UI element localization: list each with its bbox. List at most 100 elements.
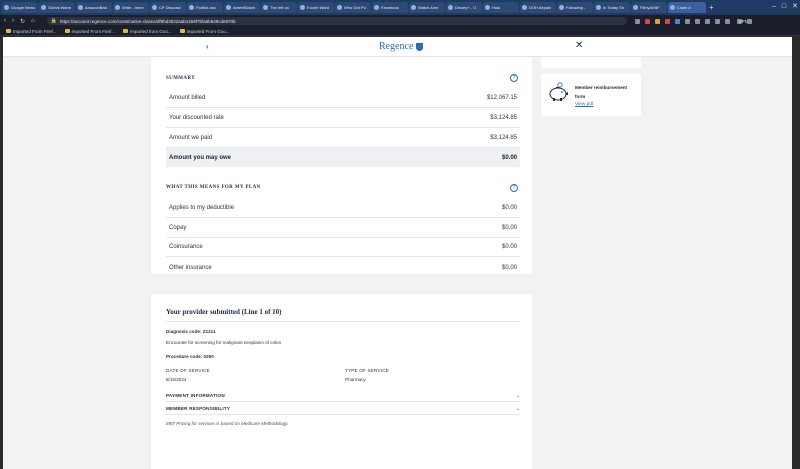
- browser-tab[interactable]: Write - hmm: [113, 2, 149, 13]
- provider-title: Your provider submitted (Line 1 of 10): [166, 308, 282, 316]
- address-bar[interactable]: 🔒 https://account.regence.com/costs/nati…: [46, 17, 627, 25]
- vpn-badge[interactable]: VPN: [736, 18, 748, 24]
- favicon-icon: [485, 5, 490, 10]
- menu-icon[interactable]: [746, 18, 752, 24]
- browser-tab[interactable]: Facebook: [372, 2, 408, 13]
- extension-icon[interactable]: [674, 18, 680, 24]
- favicon-icon: [337, 5, 342, 10]
- page-content: ‹ Regence ✕ SUMMARY ? Amount billed $12,…: [3, 37, 792, 469]
- back-chevron-icon[interactable]: ‹: [206, 42, 209, 51]
- browser-tab[interactable]: Following -: [557, 2, 593, 13]
- piggy-bank-icon: [549, 82, 568, 101]
- help-icon[interactable]: ?: [510, 74, 518, 82]
- browser-tab[interactable]: AmenitDiarh: [224, 2, 260, 13]
- browser-tab[interactable]: Politics and: [187, 2, 223, 13]
- favicon-icon: [633, 5, 638, 10]
- tab-label: Who Got Pu: [344, 5, 366, 10]
- home-button[interactable]: ⌂: [31, 18, 35, 24]
- maximize-button[interactable]: □: [782, 2, 786, 12]
- extension-icon[interactable]: [664, 18, 670, 24]
- divider: [166, 321, 520, 322]
- favicon-icon: [596, 5, 601, 10]
- member-responsibility-accordion[interactable]: MEMBER RESPONSIBILITY ⌄: [166, 403, 520, 415]
- forward-button[interactable]: ›: [12, 18, 14, 24]
- plan-title: WHAT THIS MEANS FOR MY PLAN: [166, 185, 261, 190]
- new-tab-button[interactable]: +: [709, 3, 714, 12]
- tab-label: Facebook: [381, 5, 399, 10]
- row-value: $3,124.85: [490, 135, 517, 141]
- browser-tab[interactable]: Watch Ame: [409, 2, 445, 13]
- sidebar-icon[interactable]: [714, 18, 720, 24]
- date-of-service-label: DATE OF SERVICE: [166, 368, 210, 373]
- procedure-code: Procedure code: 0250: [166, 354, 214, 359]
- share-icon[interactable]: [634, 18, 640, 24]
- folder-icon: [6, 29, 11, 33]
- type-of-service-label: TYPE OF SERVICE: [345, 368, 390, 373]
- favicon-icon: [4, 5, 9, 10]
- row-label: Other insurance: [169, 264, 212, 271]
- browser-toolbar: ‹ › ↻ ⌂ 🔒 https://account.regence.com/co…: [0, 15, 800, 27]
- favicon-icon: [559, 5, 564, 10]
- favicon-icon: [115, 5, 120, 10]
- chevron-down-icon: ⌄: [515, 392, 520, 399]
- reload-button[interactable]: ↻: [20, 18, 25, 25]
- bookmark-folder[interactable]: Imported From Firef...: [64, 29, 115, 34]
- payment-information-accordion[interactable]: PAYMENT INFORMATION ⌄: [166, 390, 520, 402]
- extensions-bar: VPN: [634, 18, 752, 24]
- tab-label: Global Warm: [48, 5, 72, 10]
- browser-tab[interactable]: Who Got Pu: [335, 2, 371, 13]
- row-value: $12,067.15: [486, 95, 517, 101]
- help-icon[interactable]: ?: [510, 184, 518, 192]
- browser-tab[interactable]: CP Discussi: [150, 2, 186, 13]
- browser-tab[interactable]: In Today Sh: [594, 2, 630, 13]
- row-value: $0.00: [501, 225, 517, 231]
- row-label: Amount billed: [169, 95, 206, 101]
- bookmark-folder[interactable]: Imported from Goo...: [123, 29, 172, 34]
- row-value: $3,124.85: [490, 115, 517, 121]
- member-reimbursement-card: Member reimbursement form View pdf: [541, 74, 641, 116]
- brand-name: Regence: [379, 41, 414, 52]
- favicon-icon: [152, 5, 157, 10]
- folder-icon: [64, 29, 70, 33]
- date-of-service-value: 8/15/2024: [166, 377, 187, 382]
- lock-icon: 🔒: [50, 18, 57, 24]
- tab-label: Hulu: [492, 5, 501, 10]
- brave-shield-icon[interactable]: [644, 18, 650, 24]
- tab-label: Disney+ - O: [455, 5, 477, 10]
- favicon-icon: [522, 5, 527, 10]
- browser-tab[interactable]: AmazonBasi: [76, 2, 112, 13]
- rewards-icon[interactable]: [654, 18, 660, 24]
- bookmark-folder[interactable]: Imported From Firef...: [6, 29, 57, 34]
- browser-tab[interactable]: Global Warm: [39, 2, 75, 13]
- browser-tab[interactable]: Hulu: [483, 2, 519, 13]
- puzzle-icon[interactable]: [704, 18, 710, 24]
- chevron-down-icon: ⌄: [515, 405, 520, 412]
- tab-label: Claim d: [677, 5, 691, 10]
- browser-tab[interactable]: Google News: [2, 2, 38, 13]
- browser-tab[interactable]: Fourth Ward: [298, 2, 334, 13]
- browser-tab[interactable]: FilthyAirBF: [631, 2, 667, 13]
- favicon-icon: [78, 5, 83, 10]
- close-icon[interactable]: ✕: [575, 40, 583, 51]
- wallet-icon[interactable]: [724, 18, 730, 24]
- browser-tab[interactable]: Disney+ - O: [446, 2, 482, 13]
- close-window-button[interactable]: ✕: [792, 2, 798, 12]
- plan-row: Other insurance $0.00: [166, 258, 520, 277]
- favicon-icon: [300, 5, 305, 10]
- diagnosis-description: Encounter for screening for malignant ne…: [166, 340, 282, 345]
- browser-tab[interactable]: DOH Airpark: [520, 2, 556, 13]
- favicon-icon: [448, 5, 453, 10]
- view-pdf-link[interactable]: View pdf: [575, 102, 593, 107]
- back-button[interactable]: ‹: [4, 18, 6, 24]
- extension-icon[interactable]: [694, 18, 700, 24]
- summary-title: SUMMARY: [166, 76, 196, 81]
- summary-total-row: Amount you may owe $0.00: [166, 148, 520, 167]
- row-value: $0.00: [501, 264, 517, 271]
- browser-tab[interactable]: The left ca: [261, 2, 297, 13]
- tab-label: Google News: [11, 5, 36, 10]
- extension-icon[interactable]: [684, 18, 690, 24]
- tab-label: DOH Airpark: [529, 5, 552, 10]
- minimize-button[interactable]: –: [772, 2, 776, 12]
- bookmark-folder[interactable]: Imported From Goo...: [179, 29, 230, 34]
- browser-tab-active[interactable]: Claim d: [668, 2, 706, 13]
